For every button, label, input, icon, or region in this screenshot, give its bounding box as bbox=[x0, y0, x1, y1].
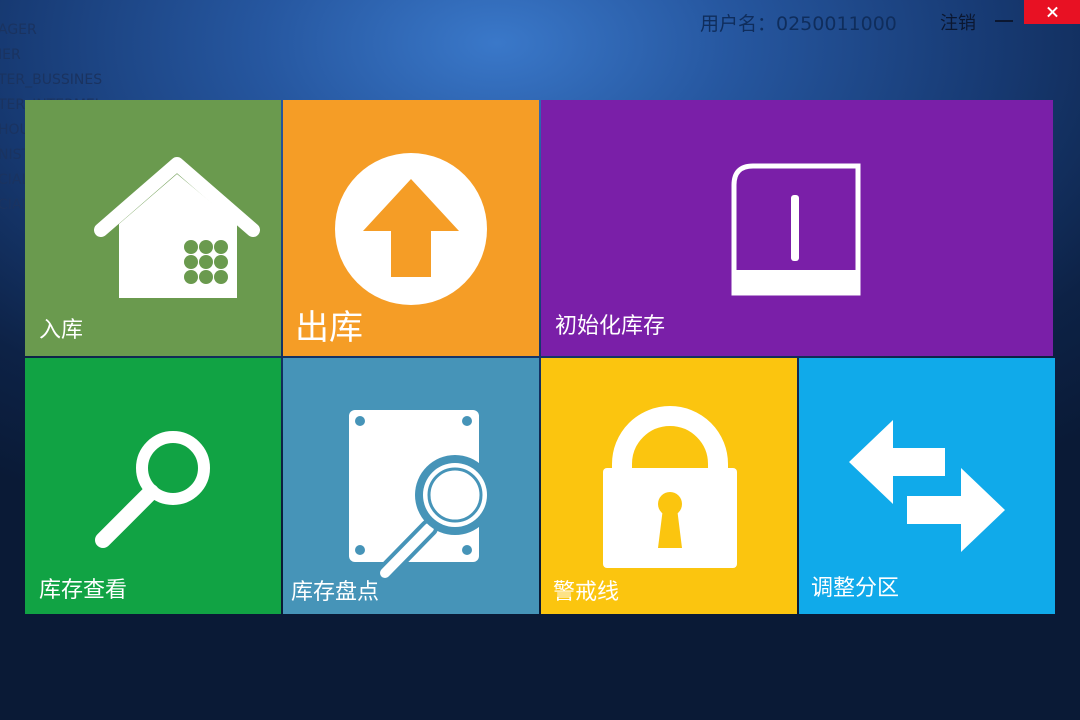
tile-alert-line[interactable]: 警戒线 bbox=[541, 358, 797, 614]
close-button[interactable] bbox=[1024, 0, 1080, 24]
tile-stock-view-label: 库存查看 bbox=[39, 578, 128, 603]
magnifier-icon bbox=[95, 431, 210, 548]
tile-outbound-label: 出库 bbox=[295, 308, 363, 348]
tile-init-stock[interactable]: 初始化库存 bbox=[541, 100, 1053, 356]
background-list-item: TER_BUSSINES bbox=[0, 72, 102, 88]
tile-stock-view[interactable]: 库存查看 bbox=[25, 358, 281, 614]
minimize-button[interactable] bbox=[990, 4, 1018, 32]
tile-outbound[interactable]: 出库 bbox=[283, 100, 539, 356]
tile-adjust-zone[interactable]: 调整分区 bbox=[799, 358, 1055, 614]
background-list-item: AGER bbox=[0, 22, 37, 38]
tile-init-stock-label: 初始化库存 bbox=[555, 314, 666, 339]
arrow-up-circle-icon bbox=[335, 153, 487, 305]
username-display: 用户名：0250011000 bbox=[700, 13, 897, 35]
tile-inbound[interactable]: 入库 bbox=[25, 100, 281, 356]
tile-adjust-zone-label: 调整分区 bbox=[811, 576, 900, 601]
tile-stock-count-label: 库存盘点 bbox=[291, 580, 380, 605]
tablet-icon bbox=[731, 163, 861, 296]
swap-arrows-icon bbox=[849, 420, 1005, 552]
tile-alert-line-label: 警戒线 bbox=[553, 580, 620, 605]
house-icon bbox=[94, 157, 260, 298]
padlock-icon bbox=[603, 406, 737, 568]
document-search-icon bbox=[349, 410, 495, 582]
background-list-item: IER bbox=[0, 47, 21, 63]
tile-inbound-label: 入库 bbox=[39, 318, 84, 343]
logout-button[interactable]: 注销 bbox=[940, 9, 976, 35]
tile-stock-count[interactable]: 库存盘点 bbox=[283, 358, 539, 614]
